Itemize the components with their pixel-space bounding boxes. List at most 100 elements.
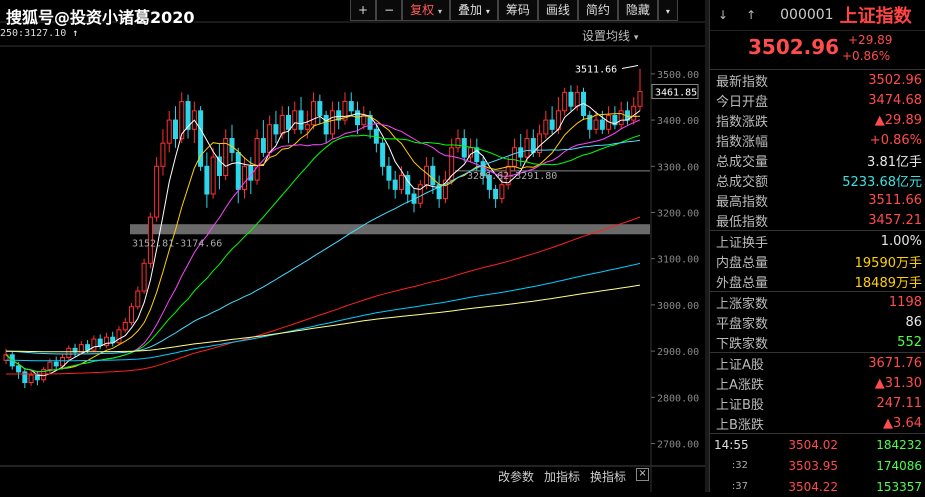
stat-row: 上B涨跌 ▲3.64: [710, 413, 925, 433]
tick-row: 14:55 3504.02 184232: [710, 434, 925, 455]
current-price-label: 3461.85: [655, 87, 697, 98]
zoom-out-button[interactable]: −: [376, 0, 403, 21]
stat-row: 上A涨跌 ▲31.30: [710, 373, 925, 393]
ma-setting-button[interactable]: 设置均线 ▾: [582, 27, 638, 44]
stat-row: 指数涨跌 ▲29.89: [710, 110, 925, 130]
stats-group-1: 最新指数 3502.96 今日开盘 3474.68 指数涨跌 ▲29.89 指数涨幅 +0.8…: [710, 70, 925, 231]
current-price: 3502.96: [748, 35, 840, 59]
tick-price: 3504.02: [788, 437, 838, 452]
y-tick-label: 2900.00: [657, 347, 699, 358]
stat-row: 内盘总量 19590万手: [710, 251, 925, 271]
stat-row: 最高指数 3511.66: [710, 190, 925, 210]
candle-body: [292, 110, 298, 130]
y-tick-label: 2800.00: [657, 393, 699, 404]
zoom-in-button[interactable]: +: [350, 0, 377, 21]
stat-label: 上A涨跌: [716, 377, 764, 393]
stat-row: 上证A股 3671.76: [710, 353, 925, 373]
candle-body: [348, 101, 354, 112]
stock-name: 上证指数: [839, 6, 912, 27]
candle-body: [511, 147, 517, 167]
stat-row: 最低指数 3457.21: [710, 210, 925, 230]
overlay-button[interactable]: 叠加 ▾: [449, 0, 498, 21]
switch-indicator-button[interactable]: 换指标: [590, 468, 626, 485]
candle-body: [129, 306, 135, 323]
candle-body: [160, 142, 166, 167]
price-block: 3502.96 +29.89 +0.86%: [710, 31, 925, 70]
candle-body: [47, 361, 53, 371]
fuquan-button[interactable]: 复权 ▾: [402, 0, 450, 21]
stat-label: 总成交量: [716, 154, 769, 170]
candle-body: [593, 119, 599, 130]
kline-chart-area[interactable]: 3500.00 3400.00 3300.00 3200.00 3100.00 3000.…: [0, 0, 705, 492]
ma-line: [5, 113, 641, 373]
high-pointer: [621, 64, 639, 69]
simple-mode-button[interactable]: 简约: [577, 0, 618, 21]
y-tick-label: 3300.00: [657, 162, 699, 173]
candle-body: [461, 138, 467, 158]
y-tick-label: 2700.00: [657, 440, 699, 451]
stat-label: 上涨家数: [716, 296, 769, 312]
stat-value: ▲3.64: [883, 415, 922, 431]
add-indicator-button[interactable]: 加指标: [544, 468, 580, 485]
hide-button[interactable]: 隐藏: [617, 0, 658, 21]
ma-line: [6, 216, 641, 375]
candle-body: [254, 138, 260, 181]
draw-line-button[interactable]: 画线: [537, 0, 578, 21]
stat-value: 3457.21: [868, 212, 922, 228]
candle-body: [562, 91, 568, 112]
candle-body: [543, 119, 549, 135]
down-arrow-icon[interactable]: ↓: [718, 8, 728, 22]
stat-row: 今日开盘 3474.68: [710, 90, 925, 110]
stat-row: 指数涨幅 +0.86%: [710, 130, 925, 150]
indicator-bar: 改参数 加指标 换指标 ×: [498, 468, 650, 485]
up-arrow-icon[interactable]: ↑: [746, 8, 756, 22]
stat-value: 19590万手: [854, 255, 922, 271]
kline-chart[interactable]: 3500.00 3400.00 3300.00 3200.00 3100.00 3000.…: [0, 0, 705, 492]
support-band: [130, 224, 650, 235]
candle-body: [386, 165, 392, 181]
candle-body: [66, 347, 72, 359]
stat-value: 3671.76: [868, 355, 922, 371]
candle-body: [311, 101, 317, 126]
candle-body: [398, 175, 404, 190]
candle-body: [298, 110, 304, 130]
tick-time: :32: [731, 460, 748, 471]
tick-volume: 184232: [876, 437, 922, 452]
stat-label: 最高指数: [716, 194, 769, 210]
stat-label: 指数涨幅: [716, 134, 769, 150]
quote-header: ↓ ↑ 000001 上证指数: [710, 0, 925, 31]
candle-body: [430, 165, 436, 186]
stat-label: 今日开盘: [716, 94, 769, 110]
stock-code: 000001: [780, 7, 834, 23]
stat-value: 552: [897, 334, 922, 350]
candle-body: [524, 138, 530, 158]
more-button[interactable]: ▾: [657, 0, 678, 21]
ma-line: [5, 119, 641, 373]
chart-toolbar: + − 复权 ▾ 叠加 ▾ 筹码 画线 简约 隐藏 ▾: [350, 0, 678, 22]
stat-label: 上证B股: [716, 397, 764, 413]
stat-value: 3474.68: [868, 92, 922, 108]
candle-body: [568, 91, 574, 107]
modify-params-button[interactable]: 改参数: [498, 468, 534, 485]
chips-button[interactable]: 筹码: [497, 0, 538, 21]
candle-body: [549, 119, 555, 130]
candle-body: [317, 101, 323, 116]
stats-group-2: 上证换手 1.00% 内盘总量 19590万手 外盘总量 18489万手: [710, 231, 925, 292]
candle-body: [34, 374, 40, 381]
dropdown-icon: ▾: [665, 7, 670, 16]
stat-label: 外盘总量: [716, 275, 769, 291]
stat-label: 最新指数: [716, 74, 769, 90]
range-annotation: 3286.62-3291.80: [467, 171, 557, 182]
band-annotation: 3152.81-3174.66: [132, 238, 222, 249]
candle-body: [260, 138, 266, 153]
candle-body: [16, 365, 22, 373]
candle-body: [235, 151, 241, 190]
dropdown-icon: ▾: [485, 7, 490, 16]
stat-label: 内盘总量: [716, 255, 769, 271]
tick-list: 14:55 3504.02 184232:32 3503.95 174086:37 350…: [710, 434, 925, 497]
candle-body: [242, 165, 248, 190]
stat-value: 247.11: [876, 395, 923, 411]
stat-value: 3502.96: [868, 72, 922, 88]
close-icon[interactable]: ×: [636, 468, 650, 481]
quote-panel: ↓ ↑ 000001 上证指数 3502.96 +29.89 +0.86% 最新…: [709, 0, 925, 494]
